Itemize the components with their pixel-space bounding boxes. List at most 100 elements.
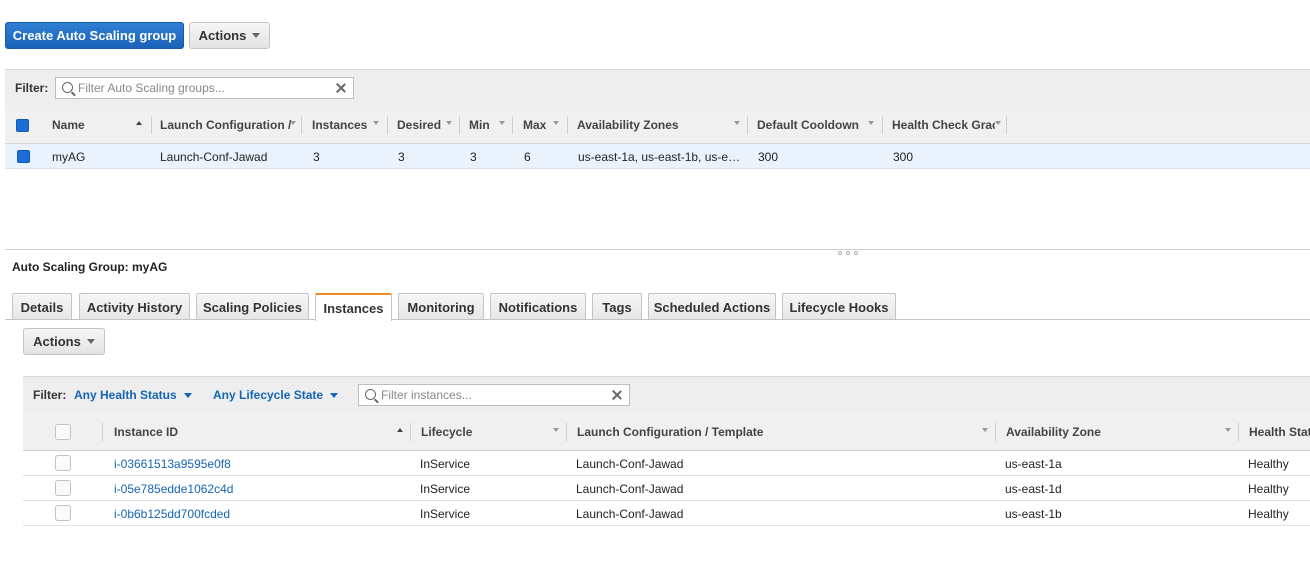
chevron-down-icon — [330, 392, 339, 398]
instance-checkbox[interactable] — [55, 505, 71, 521]
col-header-health-status[interactable]: Health Statu — [1249, 413, 1310, 451]
asg-table-row[interactable]: myAG Launch-Conf-Jawad 3 3 3 6 us-east-1… — [5, 144, 1310, 169]
instances-actions-label: Actions — [33, 334, 81, 349]
sort-icon — [995, 121, 1001, 125]
asg-min: 3 — [470, 149, 477, 164]
asg-search-box — [55, 77, 354, 99]
col-header-min[interactable]: Min — [469, 106, 490, 144]
clear-icon[interactable] — [611, 388, 623, 402]
tab-activity-history[interactable]: Activity History — [79, 293, 190, 320]
asg-grace: 300 — [893, 149, 914, 164]
sort-ascending-icon — [397, 428, 403, 432]
tab-scheduled-actions[interactable]: Scheduled Actions — [648, 293, 776, 320]
row-checkbox[interactable] — [17, 150, 30, 163]
resize-grip-icon[interactable] — [838, 251, 862, 256]
tab-monitoring[interactable]: Monitoring — [398, 293, 484, 320]
instances-actions-button[interactable]: Actions — [23, 328, 105, 355]
asg-cooldown: 300 — [758, 149, 779, 164]
instance-health: Healthy — [1248, 481, 1289, 496]
tab-scaling-policies[interactable]: Scaling Policies — [196, 293, 309, 320]
instance-id-link[interactable]: i-03661513a9595e0f8 — [114, 451, 231, 476]
col-header-launch-config-template[interactable]: Launch Configuration / Template — [577, 413, 763, 451]
sort-icon — [553, 121, 559, 125]
select-all-instances-checkbox[interactable] — [55, 424, 71, 440]
instance-row[interactable]: i-0b6b125dd700fcded InService Launch-Con… — [23, 501, 1310, 526]
col-header-launch-config[interactable]: Launch Configuration / — [160, 106, 291, 144]
instance-config: Launch-Conf-Jawad — [576, 481, 684, 496]
instance-zone: us-east-1a — [1005, 456, 1062, 471]
asg-filter-bar: Filter: — [5, 69, 1310, 107]
instance-config: Launch-Conf-Jawad — [576, 506, 684, 521]
actions-button[interactable]: Actions — [189, 22, 270, 49]
sort-icon — [499, 121, 505, 125]
sort-icon — [446, 121, 452, 125]
instance-config: Launch-Conf-Jawad — [576, 456, 684, 471]
col-header-desired[interactable]: Desired — [397, 106, 441, 144]
asg-filter-label: Filter: — [15, 81, 49, 95]
chevron-down-icon — [252, 33, 261, 38]
sort-icon — [553, 428, 559, 432]
col-header-lifecycle[interactable]: Lifecycle — [421, 413, 472, 451]
sort-icon — [868, 121, 874, 125]
sort-icon — [373, 121, 379, 125]
instances-search-box — [358, 384, 630, 406]
panel-splitter[interactable] — [5, 249, 1310, 250]
sort-icon — [734, 121, 740, 125]
instance-lifecycle: InService — [420, 506, 471, 521]
asg-name: myAG — [52, 149, 86, 164]
search-icon — [365, 389, 376, 400]
asg-instances: 3 — [313, 149, 320, 164]
sort-icon — [1225, 428, 1231, 432]
instance-row[interactable]: i-05e785edde1062c4d InService Launch-Con… — [23, 476, 1310, 501]
asg-zones: us-east-1a, us-east-1b, us-e… — [578, 149, 741, 164]
col-header-health-check-grace[interactable]: Health Check Grac — [892, 106, 995, 144]
health-status-dropdown[interactable]: Any Health Status — [74, 388, 192, 402]
tab-instances[interactable]: Instances — [315, 293, 392, 321]
create-button-label: Create Auto Scaling group — [12, 28, 177, 43]
col-header-availability-zone[interactable]: Availability Zone — [1006, 413, 1101, 451]
clear-icon[interactable] — [335, 81, 347, 95]
instance-checkbox[interactable] — [55, 455, 71, 471]
tab-details[interactable]: Details — [12, 293, 72, 320]
chevron-down-icon — [183, 392, 192, 398]
instance-health: Healthy — [1248, 456, 1289, 471]
detail-panel-title: Auto Scaling Group: myAG — [12, 260, 168, 274]
instance-health: Healthy — [1248, 506, 1289, 521]
search-icon — [62, 82, 73, 93]
chevron-down-icon — [86, 339, 95, 344]
instances-table-header: Instance ID Lifecycle Launch Configurati… — [23, 413, 1310, 451]
col-header-default-cooldown[interactable]: Default Cooldown — [757, 106, 859, 144]
asg-launch-config: Launch-Conf-Jawad — [160, 149, 268, 164]
sort-icon — [290, 121, 296, 125]
col-header-max[interactable]: Max — [523, 106, 546, 144]
instance-lifecycle: InService — [420, 481, 471, 496]
instance-row[interactable]: i-03661513a9595e0f8 InService Launch-Con… — [23, 451, 1310, 476]
sort-ascending-icon — [136, 121, 142, 125]
asg-desired: 3 — [398, 149, 405, 164]
instances-filter-label: Filter: — [33, 388, 67, 402]
tab-tags[interactable]: Tags — [592, 293, 642, 320]
instances-search-input[interactable] — [381, 387, 605, 403]
col-header-name[interactable]: Name — [52, 106, 85, 144]
instance-zone: us-east-1d — [1005, 481, 1062, 496]
instance-checkbox[interactable] — [55, 480, 71, 496]
select-all-checkbox[interactable] — [16, 119, 29, 132]
instances-filter-bar: Filter: Any Health Status Any Lifecycle … — [23, 376, 1310, 414]
tab-lifecycle-hooks[interactable]: Lifecycle Hooks — [782, 293, 896, 320]
sort-icon — [982, 428, 988, 432]
col-header-availability-zones[interactable]: Availability Zones — [577, 106, 679, 144]
actions-button-label: Actions — [198, 28, 247, 43]
lifecycle-state-dropdown[interactable]: Any Lifecycle State — [213, 388, 339, 402]
instance-zone: us-east-1b — [1005, 506, 1062, 521]
asg-table-header: Name Launch Configuration / Instances De… — [5, 106, 1310, 144]
col-header-instance-id[interactable]: Instance ID — [114, 413, 178, 451]
instance-id-link[interactable]: i-05e785edde1062c4d — [114, 476, 233, 501]
asg-search-input[interactable] — [78, 80, 329, 96]
create-auto-scaling-group-button[interactable]: Create Auto Scaling group — [5, 22, 184, 49]
col-header-instances[interactable]: Instances — [312, 106, 367, 144]
tab-notifications[interactable]: Notifications — [490, 293, 586, 320]
asg-max: 6 — [524, 149, 531, 164]
tab-divider — [5, 319, 1310, 320]
instance-lifecycle: InService — [420, 456, 471, 471]
instance-id-link[interactable]: i-0b6b125dd700fcded — [114, 501, 230, 526]
